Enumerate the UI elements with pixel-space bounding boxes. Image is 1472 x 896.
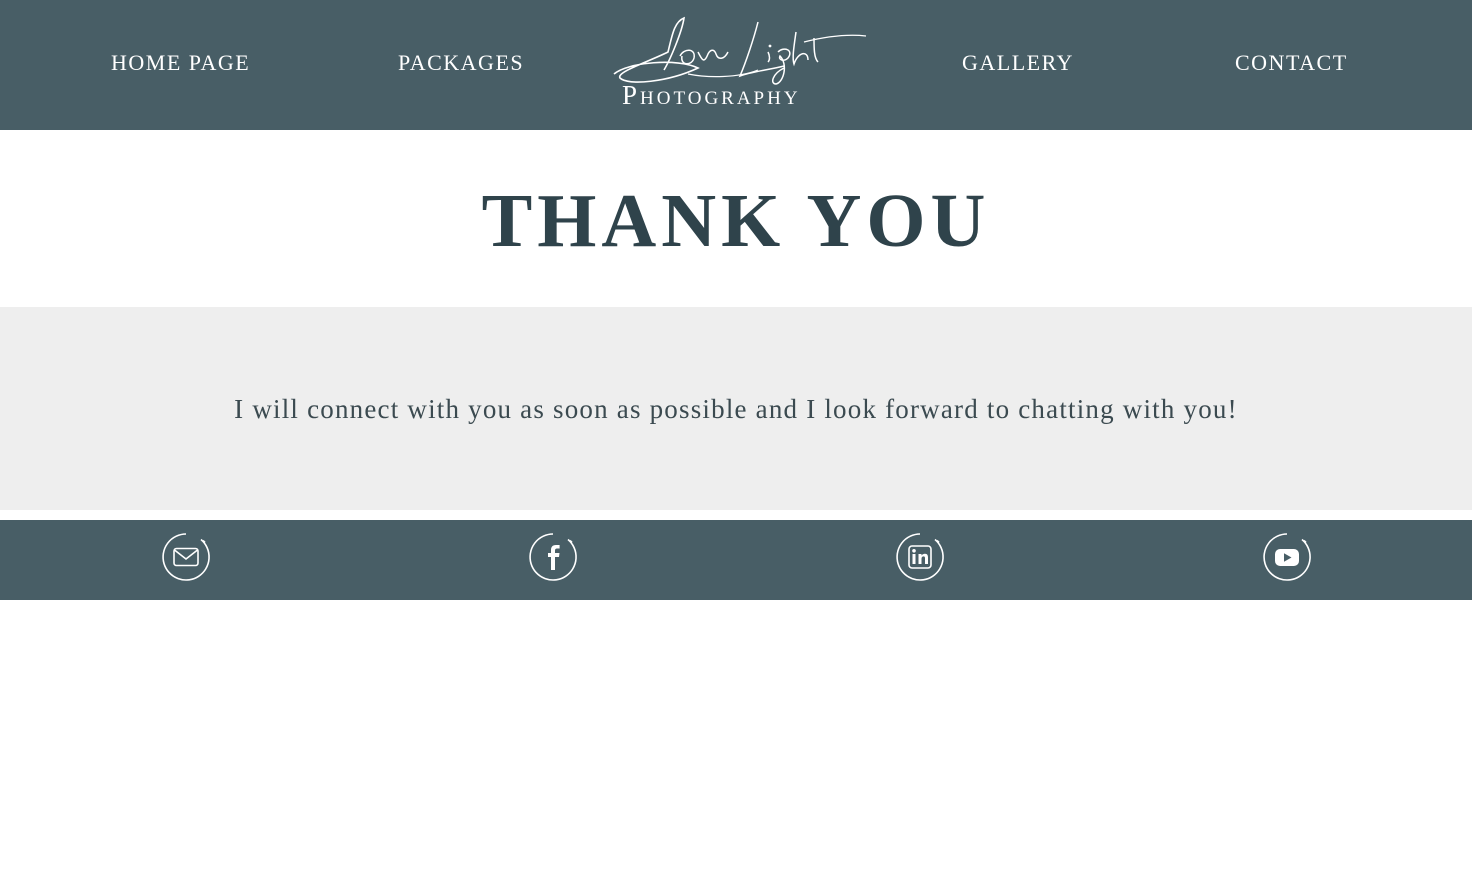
logo-subtitle: Photography bbox=[622, 80, 801, 110]
nav-contact-link[interactable]: CONTACT bbox=[1235, 50, 1348, 76]
site-header: HOME PAGE PACKAGES Photography GALLERY C… bbox=[0, 0, 1472, 130]
nav-gallery-link[interactable]: GALLERY bbox=[962, 50, 1074, 76]
nav-packages-link[interactable]: PACKAGES bbox=[398, 50, 524, 76]
thank-you-message: I will connect with you as soon as possi… bbox=[234, 394, 1238, 424]
site-footer bbox=[0, 520, 1472, 600]
facebook-icon[interactable] bbox=[528, 532, 578, 582]
nav-home-link[interactable]: HOME PAGE bbox=[111, 50, 250, 76]
page-title: THANK YOU bbox=[481, 179, 991, 263]
hero-section: THANK YOU bbox=[0, 130, 1472, 307]
message-band: I will connect with you as soon as possi… bbox=[0, 307, 1472, 510]
linkedin-icon[interactable] bbox=[895, 532, 945, 582]
email-icon[interactable] bbox=[161, 532, 211, 582]
youtube-icon[interactable] bbox=[1262, 532, 1312, 582]
site-logo[interactable]: Photography bbox=[608, 12, 870, 112]
